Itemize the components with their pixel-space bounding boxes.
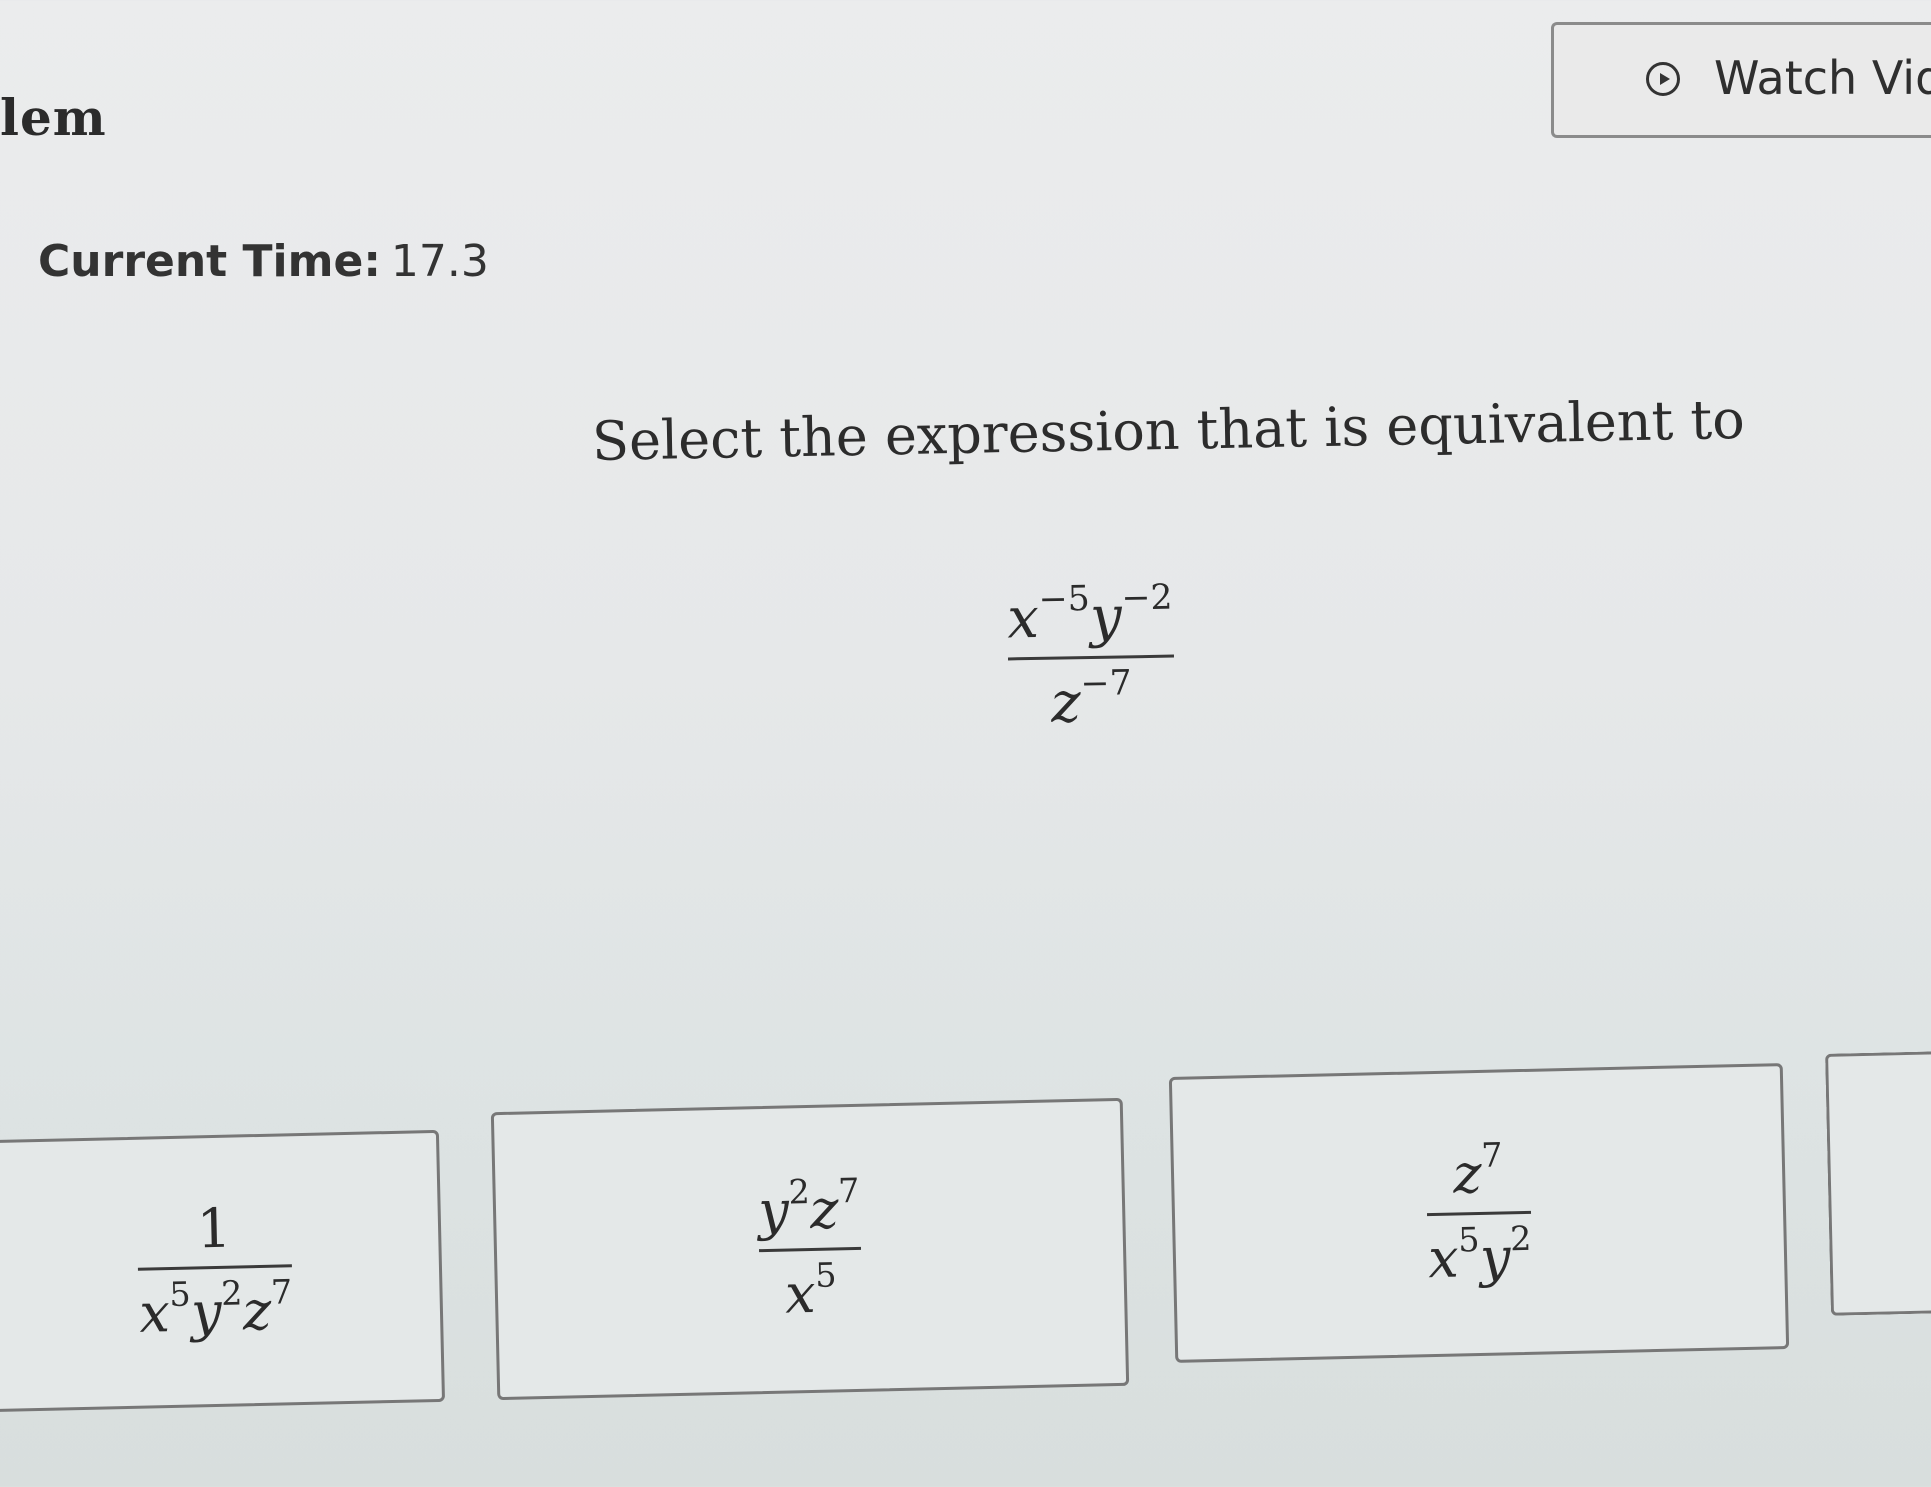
var-z: z — [242, 1279, 272, 1343]
exp-z: 7 — [1480, 1135, 1503, 1176]
watch-video-label: Watch Vide — [1714, 51, 1931, 105]
option-2-denominator: x5 — [784, 1254, 837, 1326]
var-y: y — [190, 1280, 223, 1345]
var-y: y — [1479, 1224, 1512, 1289]
exp-x: 5 — [814, 1254, 837, 1295]
var-x: x — [1427, 1226, 1460, 1290]
var-z: z — [1050, 670, 1082, 737]
option-1-numerator: 1 — [196, 1196, 232, 1261]
current-time: Current Time: 17.3 — [38, 236, 489, 287]
fraction-bar — [759, 1246, 861, 1252]
answer-option-3[interactable]: z7 x5y2 — [1168, 1063, 1790, 1363]
answer-option-2[interactable]: y2z7 x5 — [490, 1097, 1130, 1401]
exp-x: −5 — [1038, 579, 1091, 620]
exp-x: 5 — [168, 1275, 192, 1315]
current-time-value: 17.3 — [390, 236, 489, 287]
page-title: lem — [0, 88, 107, 147]
exp-z: 7 — [837, 1171, 860, 1211]
fraction-bar — [1007, 654, 1174, 661]
exp-y: 2 — [1509, 1218, 1532, 1258]
play-circle-icon — [1646, 62, 1680, 96]
watch-video-button[interactable]: Watch Vide — [1551, 22, 1931, 138]
option-2-expression: y2z7 x5 — [757, 1171, 863, 1326]
option-3-numerator: z7 — [1452, 1135, 1503, 1206]
var-z: z — [1452, 1142, 1483, 1206]
answer-option-4[interactable] — [1825, 1050, 1931, 1316]
var-z: z — [809, 1177, 840, 1242]
answer-option-1[interactable]: 1 x5y2z7 — [0, 1129, 446, 1413]
var-y: y — [757, 1178, 790, 1243]
exp-y: −2 — [1121, 577, 1173, 619]
var-x: x — [1006, 585, 1040, 652]
exp-z: 7 — [270, 1272, 293, 1313]
exp-y: 2 — [787, 1172, 811, 1212]
option-1-denominator: x5y2z7 — [138, 1272, 293, 1346]
option-3-expression: z7 x5y2 — [1425, 1136, 1532, 1290]
fraction-bar — [138, 1264, 292, 1272]
exp-x: 5 — [1457, 1219, 1481, 1259]
exp-y: 2 — [220, 1273, 243, 1314]
option-2-numerator: y2z7 — [757, 1171, 861, 1243]
var-x: x — [784, 1261, 817, 1326]
current-time-label: Current Time: — [38, 236, 381, 287]
given-expression: x−5y−2 z−7 — [1006, 577, 1175, 738]
fraction-bar — [1427, 1210, 1531, 1216]
exp-z: −7 — [1080, 663, 1132, 705]
given-numerator: x−5y−2 — [1006, 577, 1174, 652]
option-1-expression: 1 x5y2z7 — [137, 1197, 294, 1346]
option-3-denominator: x5y2 — [1427, 1218, 1532, 1290]
question-prompt: Select the expression that is equivalent… — [591, 387, 1746, 473]
var-x: x — [138, 1281, 171, 1346]
var-y: y — [1089, 584, 1123, 651]
given-denominator: z−7 — [1050, 663, 1133, 737]
